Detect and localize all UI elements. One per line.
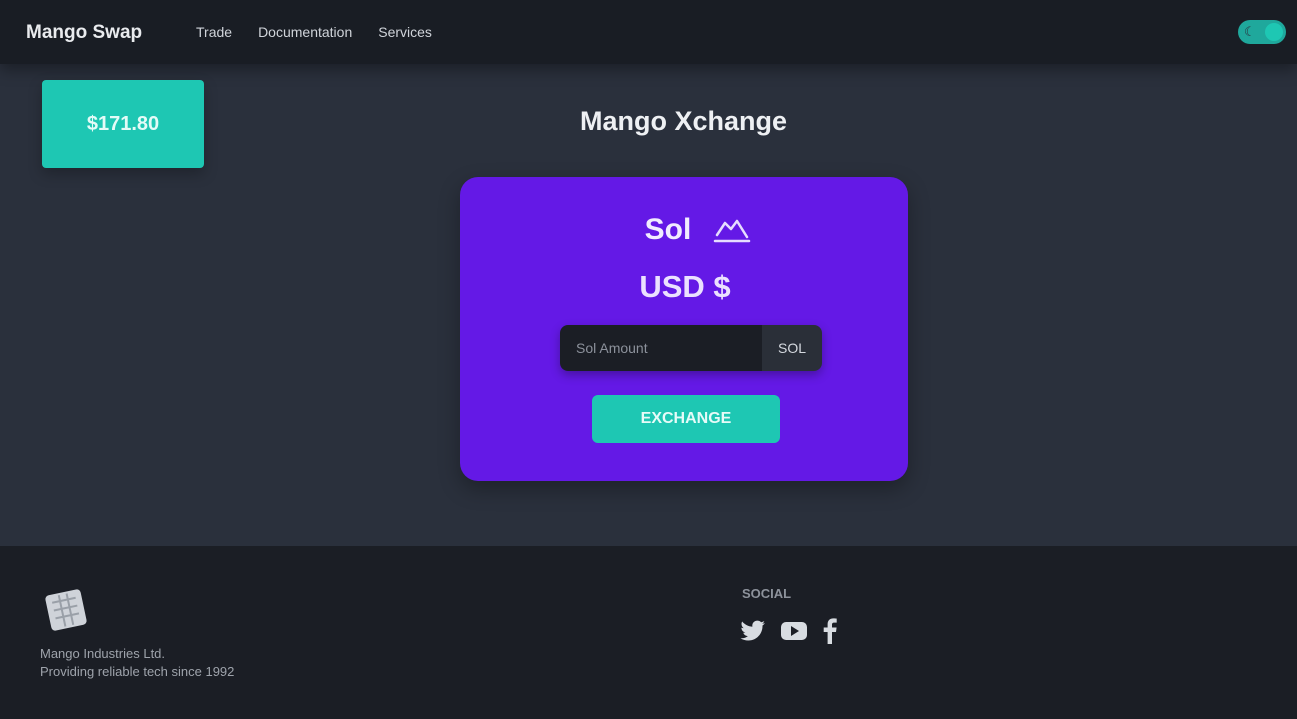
page-title: Mango Xchange (579, 106, 788, 136)
footer: Mango Industries Ltd. Providing reliable… (0, 546, 1297, 719)
nav-links: Trade Documentation Services (196, 24, 432, 40)
usd-value: USD $ (639, 269, 731, 304)
footer-company: Mango Industries Ltd. (40, 646, 166, 661)
coin-name: Sol (644, 213, 692, 246)
social-title: SOCIAL (742, 586, 792, 601)
toggle-knob (1265, 23, 1283, 41)
coin-row: Sol (460, 213, 908, 247)
youtube-icon[interactable] (780, 620, 808, 642)
brand-title[interactable]: Mango Swap (26, 22, 142, 44)
twitter-icon[interactable] (740, 620, 766, 642)
nav-link-services[interactable]: Services (378, 24, 432, 40)
logo-icon (45, 589, 87, 631)
exchange-card: Sol USD $ SOL EXCHANGE (460, 177, 908, 481)
amount-input-group: SOL (560, 325, 822, 371)
footer-tagline: Providing reliable tech since 1992 (40, 664, 235, 679)
solana-icon (714, 219, 751, 243)
moon-icon: ☾ (1244, 24, 1256, 39)
navbar: Mango Swap Trade Documentation Services … (0, 0, 1297, 64)
social-icons (740, 618, 838, 644)
nav-link-documentation[interactable]: Documentation (258, 24, 352, 40)
unit-label: SOL (762, 325, 822, 371)
facebook-icon[interactable] (822, 618, 838, 644)
theme-toggle[interactable]: ☾ (1238, 20, 1286, 44)
exchange-button[interactable]: EXCHANGE (592, 395, 780, 443)
sol-amount-input[interactable] (560, 325, 762, 371)
nav-link-trade[interactable]: Trade (196, 24, 232, 40)
main-content: $171.80 Mango Xchange Sol USD $ SOL EXCH… (0, 64, 1297, 546)
